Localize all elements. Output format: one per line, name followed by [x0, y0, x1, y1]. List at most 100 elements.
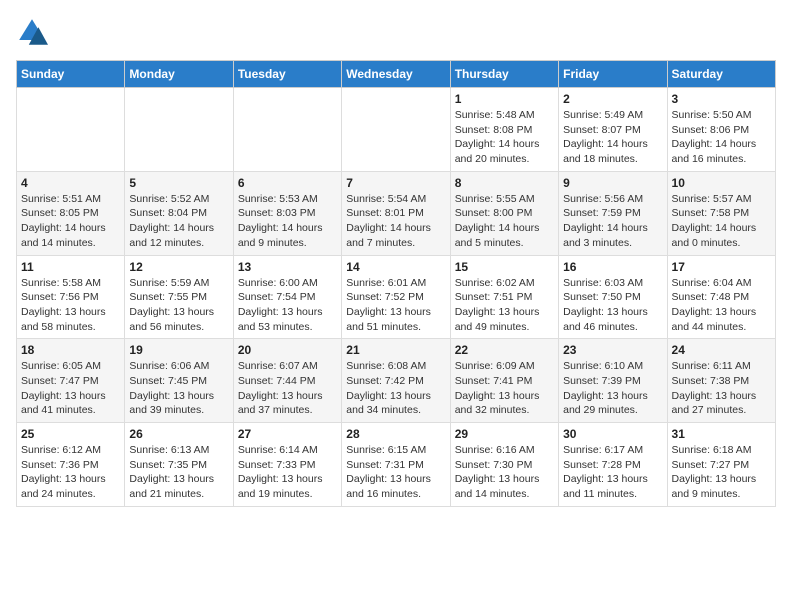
- day-number: 2: [563, 92, 662, 106]
- day-number: 10: [672, 176, 771, 190]
- day-number: 23: [563, 343, 662, 357]
- header-tuesday: Tuesday: [233, 61, 341, 88]
- page-header: [16, 16, 776, 48]
- day-number: 22: [455, 343, 554, 357]
- header-monday: Monday: [125, 61, 233, 88]
- logo: [16, 16, 52, 48]
- day-number: 15: [455, 260, 554, 274]
- day-number: 21: [346, 343, 445, 357]
- day-cell: 11 Sunrise: 5:58 AM Sunset: 7:56 PM Dayli…: [17, 255, 125, 339]
- day-number: 5: [129, 176, 228, 190]
- day-number: 17: [672, 260, 771, 274]
- day-number: 30: [563, 427, 662, 441]
- day-info: Sunrise: 6:10 AM Sunset: 7:39 PM Dayligh…: [563, 359, 662, 418]
- header-wednesday: Wednesday: [342, 61, 450, 88]
- day-number: 18: [21, 343, 120, 357]
- day-number: 16: [563, 260, 662, 274]
- day-info: Sunrise: 6:11 AM Sunset: 7:38 PM Dayligh…: [672, 359, 771, 418]
- day-cell: 6Sunrise: 5:53 AM Sunset: 8:03 PM Daylig…: [233, 171, 341, 255]
- day-number: 19: [129, 343, 228, 357]
- day-cell: 4Sunrise: 5:51 AM Sunset: 8:05 PM Daylig…: [17, 171, 125, 255]
- day-info: Sunrise: 5:58 AM Sunset: 7:56 PM Dayligh…: [21, 276, 120, 335]
- header-row: SundayMondayTuesdayWednesdayThursdayFrid…: [17, 61, 776, 88]
- day-info: Sunrise: 5:59 AM Sunset: 7:55 PM Dayligh…: [129, 276, 228, 335]
- day-info: Sunrise: 6:04 AM Sunset: 7:48 PM Dayligh…: [672, 276, 771, 335]
- day-info: Sunrise: 5:50 AM Sunset: 8:06 PM Dayligh…: [672, 108, 771, 167]
- day-number: 31: [672, 427, 771, 441]
- day-info: Sunrise: 6:01 AM Sunset: 7:52 PM Dayligh…: [346, 276, 445, 335]
- day-cell: 10 Sunrise: 5:57 AM Sunset: 7:58 PM Dayli…: [667, 171, 775, 255]
- week-row-1: 1 Sunrise: 5:48 AM Sunset: 8:08 PM Daylig…: [17, 88, 776, 172]
- day-info: Sunrise: 6:12 AM Sunset: 7:36 PM Dayligh…: [21, 443, 120, 502]
- day-info: Sunrise: 6:06 AM Sunset: 7:45 PM Dayligh…: [129, 359, 228, 418]
- day-number: 14: [346, 260, 445, 274]
- day-cell: 19 Sunrise: 6:06 AM Sunset: 7:45 PM Dayli…: [125, 339, 233, 423]
- logo-icon: [16, 16, 48, 48]
- week-row-3: 11 Sunrise: 5:58 AM Sunset: 7:56 PM Dayli…: [17, 255, 776, 339]
- day-number: 26: [129, 427, 228, 441]
- day-info: Sunrise: 6:05 AM Sunset: 7:47 PM Dayligh…: [21, 359, 120, 418]
- day-number: 11: [21, 260, 120, 274]
- day-info: Sunrise: 5:49 AM Sunset: 8:07 PM Dayligh…: [563, 108, 662, 167]
- day-number: 6: [238, 176, 337, 190]
- day-number: 4: [21, 176, 120, 190]
- day-number: 20: [238, 343, 337, 357]
- day-cell: 8 Sunrise: 5:55 AM Sunset: 8:00 PM Daylig…: [450, 171, 558, 255]
- day-number: 8: [455, 176, 554, 190]
- day-cell: 20 Sunrise: 6:07 AM Sunset: 7:44 PM Dayli…: [233, 339, 341, 423]
- day-cell: 24 Sunrise: 6:11 AM Sunset: 7:38 PM Dayli…: [667, 339, 775, 423]
- header-saturday: Saturday: [667, 61, 775, 88]
- day-cell: 17 Sunrise: 6:04 AM Sunset: 7:48 PM Dayli…: [667, 255, 775, 339]
- day-cell: 25 Sunrise: 6:12 AM Sunset: 7:36 PM Dayli…: [17, 423, 125, 507]
- day-number: 25: [21, 427, 120, 441]
- day-info: Sunrise: 6:18 AM Sunset: 7:27 PM Dayligh…: [672, 443, 771, 502]
- day-info: Sunrise: 6:15 AM Sunset: 7:31 PM Dayligh…: [346, 443, 445, 502]
- day-number: 24: [672, 343, 771, 357]
- day-cell: 3 Sunrise: 5:50 AM Sunset: 8:06 PM Daylig…: [667, 88, 775, 172]
- day-cell: 26 Sunrise: 6:13 AM Sunset: 7:35 PM Dayli…: [125, 423, 233, 507]
- day-cell: [342, 88, 450, 172]
- day-number: 1: [455, 92, 554, 106]
- calendar-body: 1 Sunrise: 5:48 AM Sunset: 8:08 PM Daylig…: [17, 88, 776, 507]
- day-cell: 21Sunrise: 6:08 AM Sunset: 7:42 PM Dayli…: [342, 339, 450, 423]
- day-info: Sunrise: 5:48 AM Sunset: 8:08 PM Dayligh…: [455, 108, 554, 167]
- day-info: Sunrise: 6:02 AM Sunset: 7:51 PM Dayligh…: [455, 276, 554, 335]
- day-cell: 27 Sunrise: 6:14 AM Sunset: 7:33 PM Dayli…: [233, 423, 341, 507]
- day-number: 3: [672, 92, 771, 106]
- week-row-2: 4Sunrise: 5:51 AM Sunset: 8:05 PM Daylig…: [17, 171, 776, 255]
- day-number: 28: [346, 427, 445, 441]
- day-info: Sunrise: 6:16 AM Sunset: 7:30 PM Dayligh…: [455, 443, 554, 502]
- day-number: 29: [455, 427, 554, 441]
- day-info: Sunrise: 5:57 AM Sunset: 7:58 PM Dayligh…: [672, 192, 771, 251]
- week-row-5: 25 Sunrise: 6:12 AM Sunset: 7:36 PM Dayli…: [17, 423, 776, 507]
- day-cell: 29 Sunrise: 6:16 AM Sunset: 7:30 PM Dayli…: [450, 423, 558, 507]
- header-sunday: Sunday: [17, 61, 125, 88]
- day-cell: 9 Sunrise: 5:56 AM Sunset: 7:59 PM Daylig…: [559, 171, 667, 255]
- day-cell: 22 Sunrise: 6:09 AM Sunset: 7:41 PM Dayli…: [450, 339, 558, 423]
- day-info: Sunrise: 6:17 AM Sunset: 7:28 PM Dayligh…: [563, 443, 662, 502]
- day-info: Sunrise: 5:56 AM Sunset: 7:59 PM Dayligh…: [563, 192, 662, 251]
- day-info: Sunrise: 5:55 AM Sunset: 8:00 PM Dayligh…: [455, 192, 554, 251]
- day-info: Sunrise: 6:07 AM Sunset: 7:44 PM Dayligh…: [238, 359, 337, 418]
- day-number: 7: [346, 176, 445, 190]
- day-cell: 12 Sunrise: 5:59 AM Sunset: 7:55 PM Dayli…: [125, 255, 233, 339]
- day-cell: [233, 88, 341, 172]
- day-cell: 15 Sunrise: 6:02 AM Sunset: 7:51 PM Dayli…: [450, 255, 558, 339]
- day-number: 27: [238, 427, 337, 441]
- day-info: Sunrise: 6:14 AM Sunset: 7:33 PM Dayligh…: [238, 443, 337, 502]
- day-cell: [17, 88, 125, 172]
- day-number: 9: [563, 176, 662, 190]
- day-cell: 1 Sunrise: 5:48 AM Sunset: 8:08 PM Daylig…: [450, 88, 558, 172]
- day-info: Sunrise: 6:09 AM Sunset: 7:41 PM Dayligh…: [455, 359, 554, 418]
- day-number: 12: [129, 260, 228, 274]
- calendar-header: SundayMondayTuesdayWednesdayThursdayFrid…: [17, 61, 776, 88]
- day-info: Sunrise: 6:13 AM Sunset: 7:35 PM Dayligh…: [129, 443, 228, 502]
- day-cell: 5 Sunrise: 5:52 AM Sunset: 8:04 PM Daylig…: [125, 171, 233, 255]
- day-info: Sunrise: 5:54 AM Sunset: 8:01 PM Dayligh…: [346, 192, 445, 251]
- day-info: Sunrise: 5:52 AM Sunset: 8:04 PM Dayligh…: [129, 192, 228, 251]
- day-cell: 30 Sunrise: 6:17 AM Sunset: 7:28 PM Dayli…: [559, 423, 667, 507]
- day-cell: [125, 88, 233, 172]
- day-cell: 2 Sunrise: 5:49 AM Sunset: 8:07 PM Daylig…: [559, 88, 667, 172]
- day-cell: 23 Sunrise: 6:10 AM Sunset: 7:39 PM Dayli…: [559, 339, 667, 423]
- week-row-4: 18 Sunrise: 6:05 AM Sunset: 7:47 PM Dayli…: [17, 339, 776, 423]
